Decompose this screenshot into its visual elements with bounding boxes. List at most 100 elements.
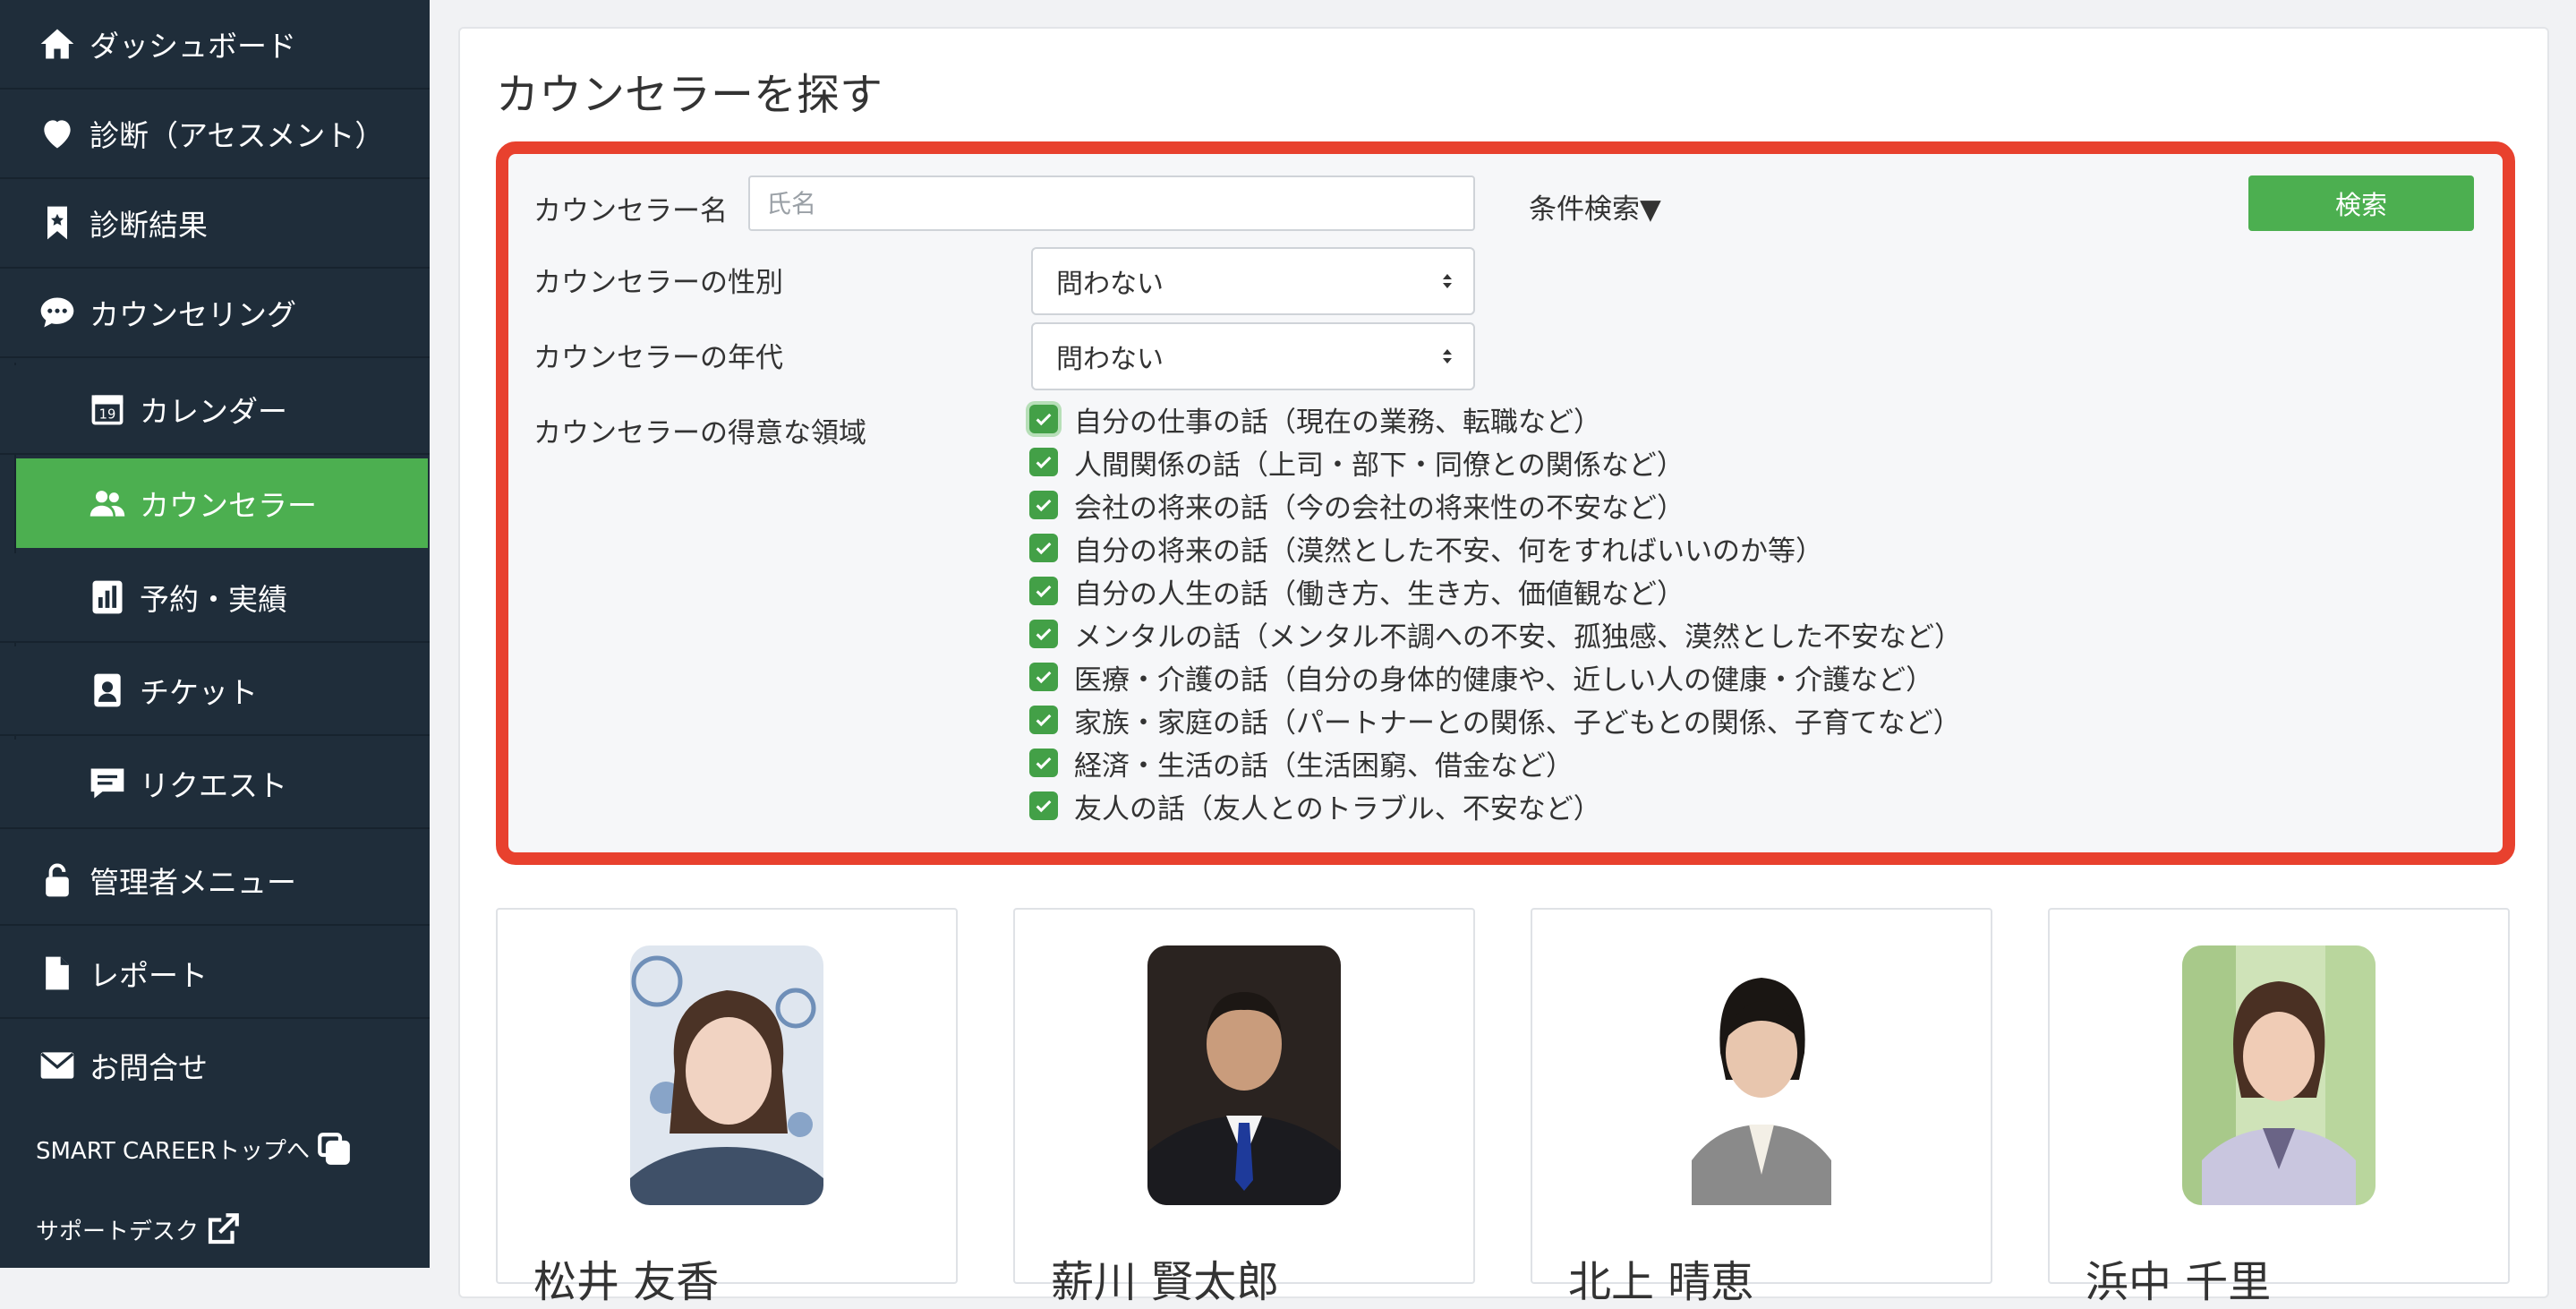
domain-checkbox-row[interactable]: 家族・家庭の話（パートナーとの関係、子どもとの関係、子育てなど） [1029,702,1961,740]
check-icon [1036,499,1052,512]
domain-checkbox-row[interactable]: 経済・生活の話（生活困窮、借金など） [1029,745,1574,783]
sidebar-item-label: 診断（アセスメント） [90,118,385,153]
comment-icon [86,762,129,805]
counselor-name[interactable]: 浜中 千里 [2086,1246,2271,1309]
check-icon [1036,628,1052,641]
window-copy-icon [318,1133,350,1165]
counselor-name[interactable]: 松井 友香 [533,1246,719,1309]
counselor-name-input[interactable] [748,175,1475,231]
checkbox-checked[interactable] [1029,663,1058,691]
sidebar-item-label: リクエスト [140,768,287,803]
chat-bubble-icon [36,291,79,334]
checkbox-checked[interactable] [1029,620,1058,648]
domain-checkbox-row[interactable]: 人間関係の話（上司・部下・同僚との関係など） [1029,444,1685,482]
domain-checkbox-row[interactable]: 医療・介護の話（自分の身体的健康や、近しい人の健康・介護など） [1029,659,1934,697]
sidebar-item-label: ダッシュボード [90,29,296,64]
counselor-photo[interactable] [1147,945,1341,1205]
domain-label-text: 会社の将来の話（今の会社の将来性の不安など） [1074,492,1685,525]
sidebar-item-label: 診断結果 [90,208,208,243]
domain-label-text: 自分の仕事の話（現在の業務、転職など） [1074,406,1601,439]
counselor-photo[interactable] [2182,945,2376,1205]
bar-chart-icon [86,576,129,619]
counselor-photo[interactable] [630,945,823,1205]
check-icon [1036,800,1052,813]
smart-career-top-link[interactable]: SMART CAREERトップへ [36,1130,353,1168]
domain-label-text: 経済・生活の話（生活困窮、借金など） [1074,749,1574,783]
envelope-icon [36,1044,79,1087]
sidebar-item-requests[interactable]: リクエスト [0,740,430,829]
sidebar-item-label: カウンセラー [140,488,317,523]
sidebar-item-label: 管理者メニュー [90,865,296,900]
heart-icon [36,112,79,155]
support-desk-link[interactable]: サポートデスク [36,1211,242,1248]
bookmark-icon [36,201,79,244]
age-label: カウンセラーの年代 [533,342,783,374]
checkbox-checked[interactable] [1029,491,1058,519]
file-icon [36,952,79,995]
check-icon [1036,542,1052,555]
sidebar-item-calendar[interactable]: 19 カレンダー [0,365,430,455]
age-select[interactable]: 問わない [1031,322,1475,390]
link-label: サポートデスク [36,1218,200,1245]
check-icon [1036,757,1052,770]
checkbox-checked[interactable] [1029,791,1058,820]
calendar-icon: 19 [86,388,129,431]
check-icon [1036,456,1052,469]
checkbox-checked[interactable] [1029,706,1058,734]
sidebar-item-label: お問合せ [90,1050,208,1085]
sidebar-item-counselor[interactable]: カウンセラー [16,458,428,548]
domain-label-text: 家族・家庭の話（パートナーとの関係、子どもとの関係、子育てなど） [1074,706,1961,740]
sidebar-item-dashboard[interactable]: ダッシュボード [0,0,430,90]
sidebar-item-results[interactable]: 診断結果 [0,179,430,269]
sidebar-item-tickets[interactable]: チケット [0,646,430,736]
domain-checkbox-row[interactable]: 会社の将来の話（今の会社の将来性の不安など） [1029,487,1685,525]
checkbox-checked[interactable] [1029,749,1058,777]
sidebar-item-label: カレンダー [140,394,287,429]
gender-label: カウンセラーの性別 [533,267,783,299]
domain-label-text: メンタルの話（メンタル不調への不安、孤独感、漠然とした不安など） [1074,620,1962,654]
select-arrows-icon [1443,274,1452,288]
sidebar-item-counseling[interactable]: カウンセリング [0,269,430,358]
check-icon [1036,671,1052,684]
domain-checkbox-row[interactable]: 自分の将来の話（漠然とした不安、何をすればいいのか等） [1029,530,1823,568]
id-badge-icon [86,669,129,712]
checkbox-checked[interactable] [1029,448,1058,476]
domain-checkbox-row[interactable]: メンタルの話（メンタル不調への不安、孤独感、漠然とした不安など） [1029,616,1962,654]
sidebar-item-label: レポート [90,958,208,993]
sidebar-item-admin-menu[interactable]: 管理者メニュー [0,836,430,926]
domain-label-text: 友人の話（友人とのトラブル、不安など） [1074,792,1601,826]
counselor-name[interactable]: 北上 晴恵 [1568,1246,1753,1309]
sidebar-item-label: 予約・実績 [140,582,287,617]
users-icon [86,482,129,525]
calendar-icon-day: 19 [99,406,116,422]
domain-checkbox-row[interactable]: 自分の仕事の話（現在の業務、転職など） [1029,401,1601,439]
checkbox-checked[interactable] [1029,534,1058,562]
external-link-icon [208,1213,239,1245]
domain-checkbox-row[interactable]: 友人の話（友人とのトラブル、不安など） [1029,788,1601,826]
condition-search-toggle[interactable]: 条件検索▼ [1529,186,1661,227]
check-icon [1036,585,1052,598]
sidebar-item-contact[interactable]: お問合せ [0,1021,430,1110]
checkbox-checked[interactable] [1029,405,1058,433]
sidebar-item-label: チケット [140,675,258,710]
counselor-name[interactable]: 薪川 賢太郎 [1051,1246,1279,1309]
sidebar-item-reservations[interactable]: 予約・実績 [0,553,430,643]
sidebar-item-label: カウンセリング [90,297,296,332]
select-arrows-icon [1443,349,1452,364]
check-icon [1036,714,1052,727]
checkbox-checked[interactable] [1029,577,1058,605]
check-icon [1036,413,1052,426]
sidebar: ダッシュボード 診断（アセスメント） 診断結果 カウンセリング 19 カレンダー… [0,0,430,1268]
domain-checkbox-row[interactable]: 自分の人生の話（働き方、生き方、価値観など） [1029,573,1685,611]
sidebar-item-assessment[interactable]: 診断（アセスメント） [0,90,430,179]
search-button[interactable]: 検索 [2248,175,2474,231]
page-title: カウンセラーを探す [496,70,883,120]
counselor-photo[interactable] [1665,945,1858,1205]
sidebar-item-report[interactable]: レポート [0,929,430,1019]
domain-label: カウンセラーの得意な領域 [533,417,866,449]
gender-select[interactable]: 問わない [1031,247,1475,315]
domain-label-text: 医療・介護の話（自分の身体的健康や、近しい人の健康・介護など） [1074,663,1934,697]
domain-label-text: 自分の将来の話（漠然とした不安、何をすればいいのか等） [1074,535,1823,568]
link-label: SMART CAREERトップへ [36,1137,310,1165]
home-icon [36,22,79,65]
